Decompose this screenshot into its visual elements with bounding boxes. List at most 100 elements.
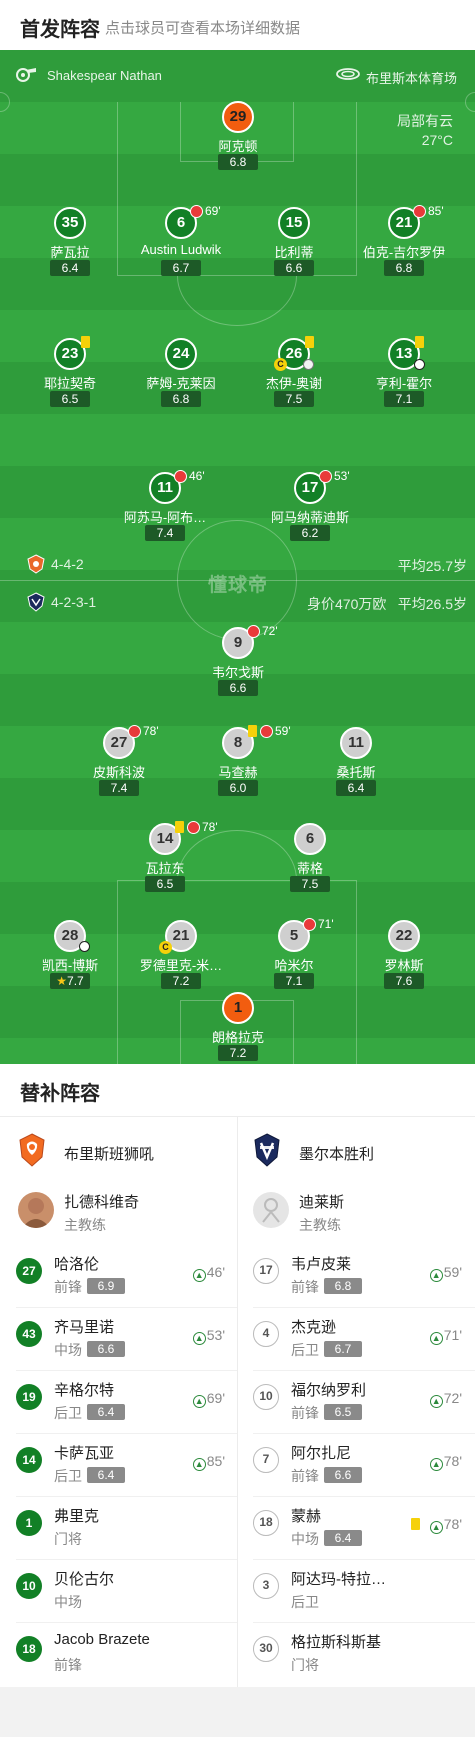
sub-position: 前锋 — [291, 1468, 319, 1484]
yellow-card-icon — [415, 336, 424, 348]
sub-number: 17 — [253, 1258, 279, 1284]
player-name: Austin Ludwik — [140, 242, 222, 257]
sub-minute: 46' — [189, 469, 205, 483]
player-card[interactable]: 27 78' 皮斯科波 7.4 — [59, 724, 179, 823]
home-team-mini-icon — [27, 554, 45, 574]
player-card[interactable]: 6 69' Austin Ludwik 6.7 — [121, 204, 241, 303]
captain-icon: C — [159, 941, 172, 954]
player-number: 6 — [294, 823, 326, 855]
player-card[interactable]: 6 蒂格 7.5 — [250, 823, 370, 919]
sub-number: 7 — [253, 1447, 279, 1473]
home-avg-age: 平均25.7岁 — [397, 558, 467, 574]
player-card[interactable]: 11 46' 阿苏马-阿布… 7.4 — [105, 469, 225, 568]
sub-rating: 6.7 — [324, 1341, 362, 1357]
player-card[interactable]: 13 亨利-霍尔 7.1 — [344, 336, 464, 434]
sub-position: 中场 — [54, 1342, 82, 1358]
player-rating: 7.1 — [384, 391, 424, 407]
goal-ball-icon — [79, 941, 90, 952]
home-coach[interactable]: 扎德科维奇 主教练 — [18, 1190, 228, 1236]
player-card[interactable]: 28 凯西-博斯 ★7.7 — [10, 920, 130, 1016]
player-number: 22 — [388, 920, 420, 952]
weather-info: 局部有云 27°C — [397, 112, 453, 150]
sub-row[interactable]: 30 格拉斯科斯基 门将 — [237, 1622, 474, 1685]
sub-in-arrow-icon: ▲ — [192, 1395, 206, 1408]
sub-position: 后卫 — [54, 1405, 82, 1421]
sub-out-icon — [303, 918, 316, 931]
sub-row[interactable]: 4 杰克逊 后卫 6.7 ▲ 71' — [237, 1307, 474, 1370]
player-rating: 7.6 — [384, 973, 424, 989]
sub-minute: 78' — [202, 820, 218, 834]
coach-avatar — [18, 1192, 54, 1228]
sub-row[interactable]: 18 Jacob Brazete 前锋 — [0, 1622, 237, 1685]
sub-minute: 71' — [318, 917, 334, 931]
sub-in-arrow-icon: ▲ — [429, 1521, 443, 1534]
sub-minute: 69' — [205, 204, 221, 218]
sub-minute: 72' — [262, 624, 278, 638]
sub-name: 贝伦古尔 — [54, 1571, 115, 1588]
player-rating: 6.8 — [218, 154, 258, 170]
player-rating: 6.5 — [145, 876, 185, 892]
player-rating: 6.0 — [218, 780, 258, 796]
player-rating: 6.6 — [274, 260, 314, 276]
player-card[interactable]: 21 85' 伯克-吉尔罗伊 6.8 — [344, 204, 464, 303]
player-number: 35 — [54, 207, 86, 239]
player-rating: 6.7 — [161, 260, 201, 276]
sub-row[interactable]: 3 阿达玛-特拉… 后卫 — [237, 1559, 474, 1622]
player-name: 罗德里克-米… — [139, 958, 223, 973]
player-number: 1 — [222, 992, 254, 1024]
player-rating: 7.4 — [145, 525, 185, 541]
sub-position: 中场 — [54, 1594, 82, 1610]
sub-name: 福尔纳罗利 — [291, 1382, 367, 1399]
sub-row[interactable]: 18 蒙赫 中场 6.4 ▲ 78' — [237, 1496, 474, 1559]
sub-row[interactable]: 7 阿尔扎尼 前锋 6.6 ▲ 78' — [237, 1433, 474, 1496]
player-number: 29 — [222, 101, 254, 133]
player-card[interactable]: 14 78' 瓦拉东 6.5 — [105, 820, 225, 919]
player-card[interactable]: 29 阿克顿 6.8 — [178, 101, 298, 197]
sub-row[interactable]: 10 贝伦古尔 中场 — [0, 1559, 237, 1622]
sub-name: 蒙赫 — [291, 1508, 322, 1525]
away-team-head[interactable]: 墨尔本胜利 — [253, 1131, 463, 1171]
sub-name: 哈洛伦 — [54, 1256, 100, 1273]
player-number: 24 — [165, 338, 197, 370]
sub-position: 中场 — [291, 1531, 319, 1547]
melbourne-victory-logo-icon — [254, 1133, 280, 1167]
sub-out-icon — [174, 470, 187, 483]
player-card[interactable]: 23 耶拉契奇 6.5 — [10, 336, 130, 434]
player-rating: 7.2 — [161, 973, 201, 989]
sub-row[interactable]: 43 齐马里诺 中场 6.6 ▲ 53' — [0, 1307, 237, 1370]
subs-title: 替补阵容 — [20, 1083, 100, 1105]
coach-role: 主教练 — [299, 1217, 341, 1233]
assist-icon — [303, 359, 314, 370]
player-card[interactable]: 15 比利蒂 6.6 — [234, 207, 354, 303]
sub-row[interactable]: 1 弗里克 门将 — [0, 1496, 237, 1559]
player-number: 15 — [278, 207, 310, 239]
sub-row[interactable]: 14 卡萨瓦亚 后卫 6.4 ▲ 85' — [0, 1433, 237, 1496]
player-rating: 6.4 — [336, 780, 376, 796]
sub-row[interactable]: 17 韦卢皮莱 前锋 6.8 ▲ 59' — [237, 1244, 474, 1307]
home-team-head[interactable]: 布里斯班狮吼 — [18, 1131, 228, 1171]
player-card[interactable]: 17 53' 阿马纳蒂迪斯 6.2 — [250, 469, 370, 568]
referee-name: Shakespear Nathan — [47, 68, 162, 83]
goal-ball-icon — [414, 359, 425, 370]
player-name: 凯西-博斯 — [41, 958, 99, 973]
player-rating: 6.4 — [50, 260, 90, 276]
sub-row[interactable]: 19 辛格尔特 后卫 6.4 ▲ 69' — [0, 1370, 237, 1433]
sub-in: ▲ 72' — [429, 1390, 462, 1408]
sub-position: 前锋 — [291, 1405, 319, 1421]
player-rating: 7.1 — [274, 973, 314, 989]
player-card[interactable]: 8 59' 马查赫 6.0 — [178, 724, 298, 823]
whistle-icon — [16, 68, 36, 82]
sub-rating: 6.5 — [324, 1404, 362, 1420]
sub-position: 前锋 — [54, 1657, 82, 1673]
player-name: 阿马纳蒂迪斯 — [270, 510, 349, 525]
player-card[interactable]: 26 C 杰伊-奥谢 7.5 — [234, 336, 354, 434]
away-coach[interactable]: 迪莱斯 主教练 — [253, 1190, 463, 1236]
player-card[interactable]: 9 72' 韦尔戈斯 6.6 — [178, 624, 298, 723]
player-card[interactable]: 22 罗林斯 7.6 — [344, 920, 464, 1016]
player-name: 蒂格 — [296, 861, 323, 876]
sub-row[interactable]: 10 福尔纳罗利 前锋 6.5 ▲ 72' — [237, 1370, 474, 1433]
player-card[interactable]: 11 桑托斯 6.4 — [296, 727, 416, 823]
player-card[interactable]: 24 萨姆-克莱因 6.8 — [121, 338, 241, 434]
sub-row[interactable]: 27 哈洛伦 前锋 6.9 ▲ 46' — [0, 1244, 237, 1307]
player-card[interactable]: 35 萨瓦拉 6.4 — [10, 207, 130, 303]
